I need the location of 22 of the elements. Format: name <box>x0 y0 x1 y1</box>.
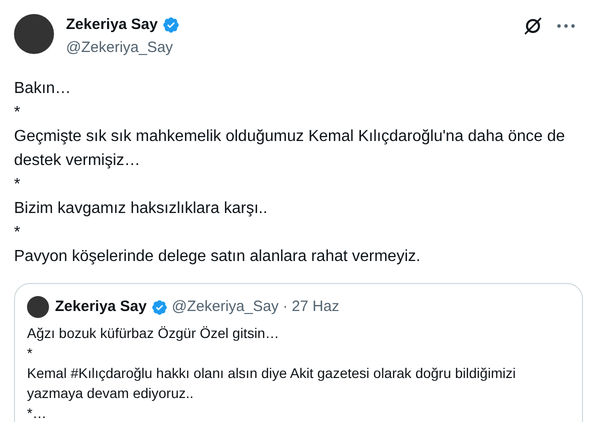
tweet-text: Bizim kavgamız haksızlıklara karşı.. <box>14 199 268 219</box>
author-handle[interactable]: @Zekeriya_Say <box>66 36 523 59</box>
quoted-text: Kemal #Kılıçdaroğlu hakkı olanı alsın diye Akit gazetesi olarak doğru bildiğimizi yazmaya devam ediyoruz.. <box>27 364 517 402</box>
quoted-date: 27 Haz <box>292 297 340 317</box>
tweet-text: * <box>14 175 22 195</box>
author-name[interactable]: Zekeriya Say <box>66 14 158 36</box>
quoted-text: *… <box>27 404 48 422</box>
tweet-text: Bakın… <box>14 79 72 99</box>
separator: · <box>282 297 288 317</box>
tweet-text: * <box>14 223 22 243</box>
tweet-text: Geçmişte sık sık mahkemelik olduğumuz Kemal Kılıçdaroğlu'na daha önce de destek vermişiz… <box>14 127 566 171</box>
quoted-text: * <box>27 344 34 362</box>
quoted-tweet-card[interactable]: Zekeriya Say @Zekeriya_Say · 27 Haz Ağzı bozuk küfürbaz Özgür Özel gitsin… * Kemal #Kılıçdaroğlu hakkı olanı alsın diye Akit gazetesi olarak doğru bildiğimizi yazmaya devam ediyoruz.. *… <box>14 283 583 422</box>
quoted-author-name: Zekeriya Say <box>55 297 147 317</box>
quoted-avatar <box>27 296 49 318</box>
tweet-text: Pavyon köşelerinde delege satın alanlara rahat vermeyiz. <box>14 247 422 267</box>
quoted-text: Ağzı bozuk küfürbaz Özgür Özel gitsin… <box>27 324 280 342</box>
avatar[interactable] <box>14 14 54 54</box>
more-icon[interactable] <box>557 24 575 28</box>
quoted-author-handle: @Zekeriya_Say <box>172 297 279 317</box>
tweet-text: * <box>14 103 22 123</box>
slashed-circle-icon[interactable] <box>523 16 543 36</box>
